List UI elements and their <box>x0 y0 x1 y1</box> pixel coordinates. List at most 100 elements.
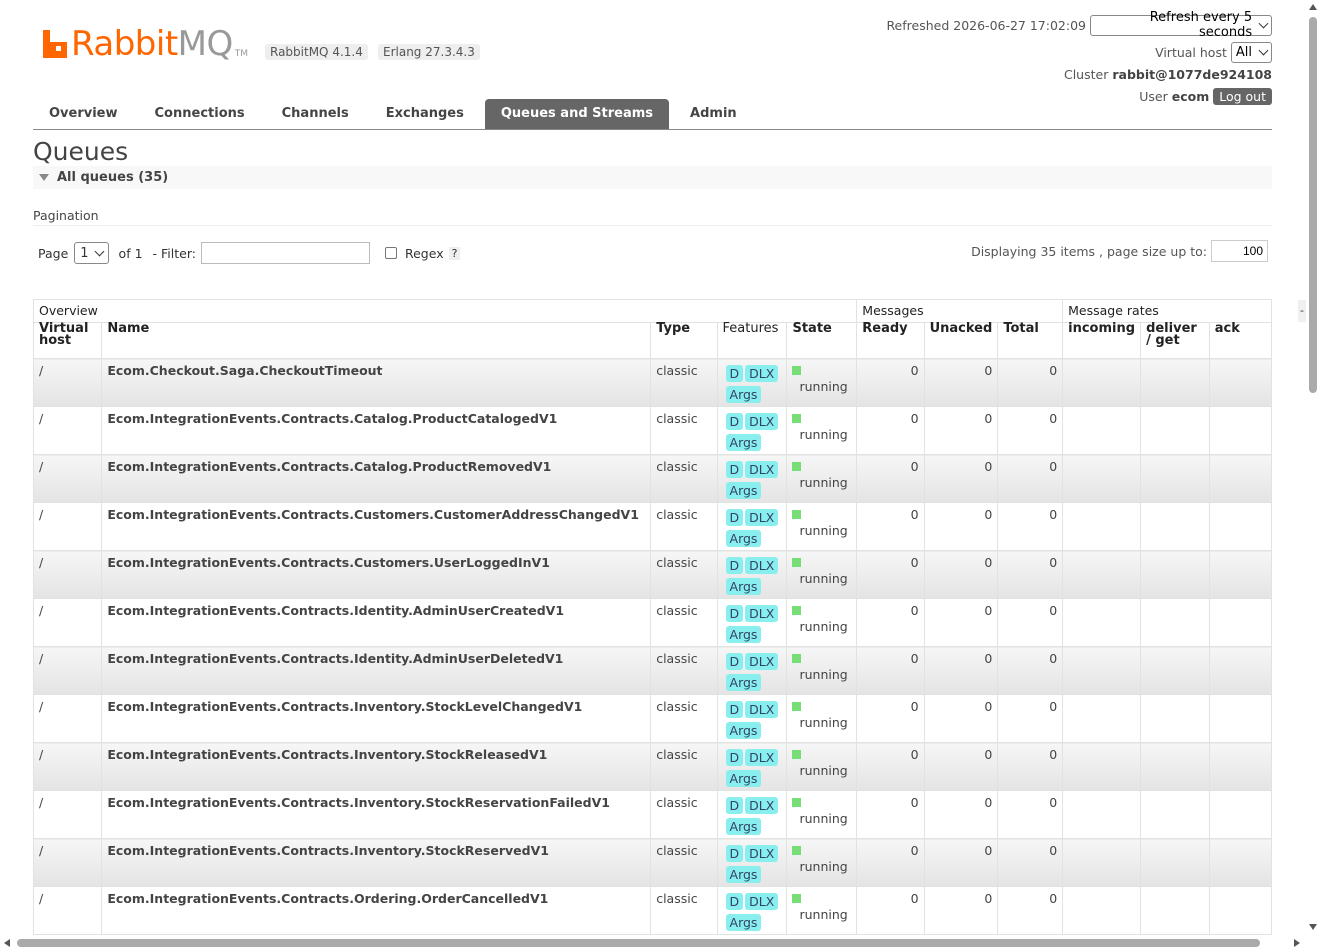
page-size-input[interactable] <box>1211 240 1268 262</box>
column-header-ack[interactable]: ack <box>1208 322 1273 359</box>
tab-admin[interactable]: Admin <box>674 99 753 129</box>
page-select[interactable]: 1 <box>74 242 109 264</box>
feature-badge[interactable]: D <box>725 557 744 574</box>
cell-ack <box>1208 358 1273 407</box>
feature-badge[interactable]: Args <box>725 674 762 691</box>
table-row[interactable]: / Ecom.IntegrationEvents.Contracts.Invent… <box>32 694 1273 743</box>
columns-toggle-button[interactable]: - <box>1298 300 1306 322</box>
feature-badge[interactable]: DLX <box>745 797 779 814</box>
queue-name-link[interactable]: Ecom.IntegrationEvents.Contracts.Catalog… <box>101 406 652 455</box>
feature-badge[interactable]: D <box>725 701 744 718</box>
scroll-right-arrow-icon[interactable] <box>1294 939 1300 947</box>
feature-badge[interactable]: Args <box>725 482 762 499</box>
column-header-incoming[interactable]: incoming <box>1062 322 1142 359</box>
feature-badge[interactable]: Args <box>725 530 762 547</box>
column-header-type[interactable]: Type <box>650 322 718 359</box>
feature-badge[interactable]: Args <box>725 818 762 835</box>
horizontal-scrollbar[interactable] <box>0 936 1306 950</box>
feature-badge[interactable]: D <box>725 365 744 382</box>
feature-badge[interactable]: DLX <box>745 701 779 718</box>
filter-input[interactable] <box>200 242 370 264</box>
queue-name-link[interactable]: Ecom.IntegrationEvents.Contracts.Invento… <box>101 838 652 887</box>
feature-badge[interactable]: DLX <box>745 413 779 430</box>
column-header-ready[interactable]: Ready <box>856 322 925 359</box>
table-row[interactable]: / Ecom.IntegrationEvents.Contracts.Catalo… <box>32 454 1273 503</box>
feature-badge[interactable]: DLX <box>745 845 779 862</box>
tab-exchanges[interactable]: Exchanges <box>370 99 480 129</box>
table-row[interactable]: / Ecom.IntegrationEvents.Contracts.Identi… <box>32 598 1273 647</box>
feature-badge[interactable]: D <box>725 797 744 814</box>
column-header-name[interactable]: Name <box>101 322 652 359</box>
rabbitmq-logo[interactable]: RabbitMQ TM <box>43 22 248 62</box>
tab-connections[interactable]: Connections <box>139 99 261 129</box>
queue-name-link[interactable]: Ecom.IntegrationEvents.Contracts.Catalog… <box>101 454 652 503</box>
feature-badge[interactable]: D <box>725 749 744 766</box>
column-header-total[interactable]: Total <box>997 322 1064 359</box>
state-running-icon <box>792 558 802 567</box>
column-header-virtual-host[interactable]: Virtual host <box>32 322 103 359</box>
feature-badge[interactable]: D <box>725 653 744 670</box>
feature-badge[interactable]: Args <box>725 770 762 787</box>
feature-badge[interactable]: DLX <box>745 365 779 382</box>
feature-badge[interactable]: D <box>725 845 744 862</box>
regex-help-button[interactable]: ? <box>448 246 461 260</box>
feature-badge[interactable]: Args <box>725 722 762 739</box>
all-queues-section-toggle[interactable]: All queues (35) <box>33 166 1272 189</box>
table-row[interactable]: / Ecom.IntegrationEvents.Contracts.Catalo… <box>32 406 1273 455</box>
scroll-down-arrow-icon[interactable] <box>1309 924 1317 930</box>
feature-badge[interactable]: D <box>725 461 744 478</box>
feature-badge[interactable]: D <box>725 605 744 622</box>
queue-name-link[interactable]: Ecom.IntegrationEvents.Contracts.Invento… <box>101 742 652 791</box>
regex-checkbox[interactable] <box>384 247 397 259</box>
table-row[interactable]: / Ecom.IntegrationEvents.Contracts.Invent… <box>32 742 1273 791</box>
feature-badge[interactable]: Args <box>725 434 762 451</box>
queue-name-link[interactable]: Ecom.IntegrationEvents.Contracts.Custome… <box>101 502 652 551</box>
feature-badge[interactable]: DLX <box>745 605 779 622</box>
vertical-scrollbar-thumb[interactable] <box>1309 17 1317 393</box>
column-header-unacked[interactable]: Unacked <box>923 322 999 359</box>
feature-badge[interactable]: DLX <box>745 749 779 766</box>
column-header-state[interactable]: State <box>786 322 858 359</box>
feature-badge[interactable]: DLX <box>745 509 779 526</box>
feature-badge[interactable]: D <box>725 893 744 910</box>
table-row[interactable]: / Ecom.IntegrationEvents.Contracts.Identi… <box>32 646 1273 695</box>
vertical-scrollbar[interactable] <box>1306 0 1320 950</box>
queue-name-link[interactable]: Ecom.IntegrationEvents.Contracts.Orderin… <box>101 886 652 935</box>
table-row[interactable]: / Ecom.IntegrationEvents.Contracts.Orderi… <box>32 886 1273 935</box>
queue-name-link[interactable]: Ecom.IntegrationEvents.Contracts.Invento… <box>101 790 652 839</box>
table-row[interactable]: / Ecom.IntegrationEvents.Contracts.Custom… <box>32 550 1273 599</box>
queue-name-link[interactable]: Ecom.IntegrationEvents.Contracts.Invento… <box>101 694 652 743</box>
feature-badge[interactable]: DLX <box>745 893 779 910</box>
horizontal-scrollbar-thumb[interactable] <box>17 939 1260 947</box>
feature-badge[interactable]: Args <box>725 386 762 403</box>
tab-channels[interactable]: Channels <box>266 99 365 129</box>
feature-badge[interactable]: DLX <box>745 557 779 574</box>
feature-badge[interactable]: Args <box>725 626 762 643</box>
feature-badge[interactable]: Args <box>725 866 762 883</box>
table-row[interactable]: / Ecom.IntegrationEvents.Contracts.Invent… <box>32 790 1273 839</box>
cell-ready: 0 <box>856 694 925 743</box>
feature-badge[interactable]: DLX <box>745 653 779 670</box>
cell-vhost: / <box>32 454 103 503</box>
vhost-select[interactable]: All <box>1230 41 1272 63</box>
feature-badge[interactable]: D <box>725 509 744 526</box>
queue-name-link[interactable]: Ecom.IntegrationEvents.Contracts.Custome… <box>101 550 652 599</box>
cell-deliver-get <box>1140 406 1210 455</box>
state-running-icon <box>792 798 802 807</box>
feature-badge[interactable]: Args <box>725 578 762 595</box>
table-row[interactable]: / Ecom.Checkout.Saga.CheckoutTimeout class… <box>32 358 1273 407</box>
queue-name-link[interactable]: Ecom.Checkout.Saga.CheckoutTimeout <box>101 358 652 407</box>
scroll-left-arrow-icon[interactable] <box>4 939 10 947</box>
refresh-select[interactable]: Refresh every 5 seconds <box>1090 10 1272 40</box>
column-header-deliver-get[interactable]: deliver / get <box>1140 322 1210 359</box>
scroll-up-arrow-icon[interactable] <box>1309 4 1317 10</box>
feature-badge[interactable]: Args <box>725 914 762 931</box>
tab-queues-and-streams[interactable]: Queues and Streams <box>484 99 670 129</box>
queue-name-link[interactable]: Ecom.IntegrationEvents.Contracts.Identit… <box>101 646 652 695</box>
queue-name-link[interactable]: Ecom.IntegrationEvents.Contracts.Identit… <box>101 598 652 647</box>
feature-badge[interactable]: DLX <box>745 461 779 478</box>
table-row[interactable]: / Ecom.IntegrationEvents.Contracts.Custom… <box>32 502 1273 551</box>
feature-badge[interactable]: D <box>725 413 744 430</box>
table-row[interactable]: / Ecom.IntegrationEvents.Contracts.Invent… <box>32 838 1273 887</box>
tab-overview[interactable]: Overview <box>33 99 134 129</box>
